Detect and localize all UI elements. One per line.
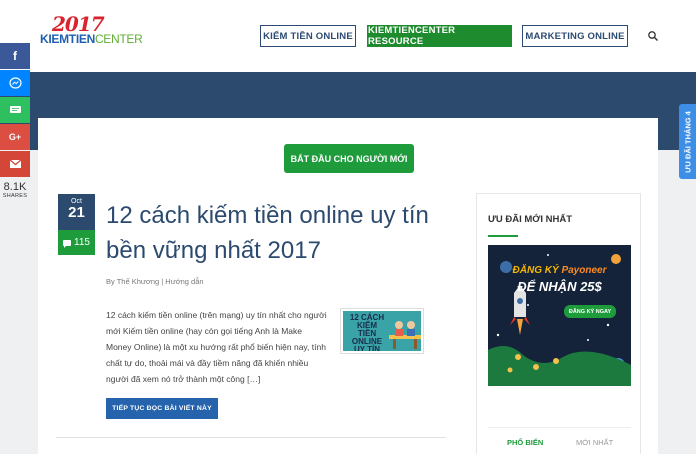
facebook-icon: f bbox=[13, 49, 17, 63]
site-header: 2017 KIEMTIENCENTER KIẾM TIỀN ONLINE KIE… bbox=[0, 0, 696, 72]
post-thumbnail[interactable]: 12 CÁCH KIẾM TIỀN ONLINE UY TÍN bbox=[341, 309, 423, 353]
payoneer-ad-banner[interactable]: ĐĂNG KÝ Payoneer ĐỂ NHẬN 25$ ĐĂNG KÝ NGA… bbox=[488, 245, 631, 386]
widget-tabs: PHỔ BIẾN MỚI NHẤT bbox=[488, 427, 631, 454]
promo-side-tab[interactable]: ƯU ĐÃI THÁNG 4 bbox=[679, 104, 696, 179]
share-label: SHARES bbox=[2, 193, 28, 199]
tab-pho-bien[interactable]: PHỔ BIẾN bbox=[507, 438, 543, 447]
logo-name: KIEMTIENCENTER bbox=[40, 32, 143, 46]
comment-count[interactable]: 115 bbox=[58, 230, 95, 255]
site-logo[interactable]: 2017 KIEMTIENCENTER bbox=[40, 12, 145, 48]
share-count: 8.1K bbox=[3, 181, 27, 193]
google-plus-icon: G+ bbox=[8, 132, 22, 142]
post-divider bbox=[56, 437, 446, 438]
content-card: BẮT ĐẦU CHO NGƯỜI MỚI Oct 21 115 12 cách… bbox=[38, 118, 658, 454]
share-bar: f G+ 8.1K SHARES bbox=[0, 43, 30, 199]
thumbnail-illustration-icon bbox=[389, 321, 421, 349]
beginner-button[interactable]: BẮT ĐẦU CHO NGƯỜI MỚI bbox=[284, 144, 414, 173]
widget-title: ƯU ĐÃI MỚI NHẤT bbox=[488, 214, 573, 225]
messenger-share-button[interactable] bbox=[0, 70, 30, 96]
comment-icon bbox=[63, 239, 72, 248]
read-more-button[interactable]: TIẾP TỤC ĐỌC BÀI VIẾT NÀY bbox=[106, 398, 218, 419]
post-title[interactable]: 12 cách kiếm tiền online uy tín bền vững… bbox=[106, 198, 446, 268]
gmail-share-button[interactable] bbox=[0, 151, 30, 177]
sidebar-widget: ƯU ĐÃI MỚI NHẤT ĐĂNG KÝ Payoneer ĐỂ NHẬN… bbox=[476, 193, 641, 454]
post-date-day: 21 bbox=[68, 204, 85, 221]
nav-kiemtiencenter-resource[interactable]: KIEMTIENCENTER RESOURCE bbox=[367, 25, 512, 47]
nav-kiem-tien-online[interactable]: KIẾM TIỀN ONLINE bbox=[260, 25, 356, 47]
promo-side-tab-label: ƯU ĐÃI THÁNG 4 bbox=[683, 110, 692, 173]
message-icon bbox=[9, 105, 21, 113]
search-icon[interactable] bbox=[647, 30, 659, 42]
ad-signup-button[interactable]: ĐĂNG KÝ NGAY bbox=[564, 305, 616, 318]
widget-title-underline bbox=[488, 235, 518, 237]
post-excerpt: 12 cách kiếm tiền online (trên mạng) uy … bbox=[106, 310, 327, 384]
sms-share-button[interactable] bbox=[0, 97, 30, 123]
nav-marketing-online[interactable]: MARKETING ONLINE bbox=[522, 25, 628, 47]
comment-count-value: 115 bbox=[74, 237, 90, 248]
gmail-icon bbox=[9, 159, 21, 168]
messenger-icon bbox=[8, 76, 22, 89]
ad-headline: ĐĂNG KÝ Payoneer bbox=[512, 265, 607, 276]
post-meta: By Thế Khương | Hướng dẫn bbox=[106, 277, 204, 286]
google-plus-share-button[interactable]: G+ bbox=[0, 124, 30, 150]
tab-moi-nhat[interactable]: MỚI NHẤT bbox=[576, 438, 613, 447]
facebook-share-button[interactable]: f bbox=[0, 43, 30, 69]
post-thumbnail-text: 12 CÁCH KIẾM TIỀN ONLINE UY TÍN bbox=[349, 313, 385, 353]
post-date: Oct 21 bbox=[58, 194, 95, 230]
ad-subheadline: ĐỂ NHẬN 25$ bbox=[517, 279, 602, 294]
